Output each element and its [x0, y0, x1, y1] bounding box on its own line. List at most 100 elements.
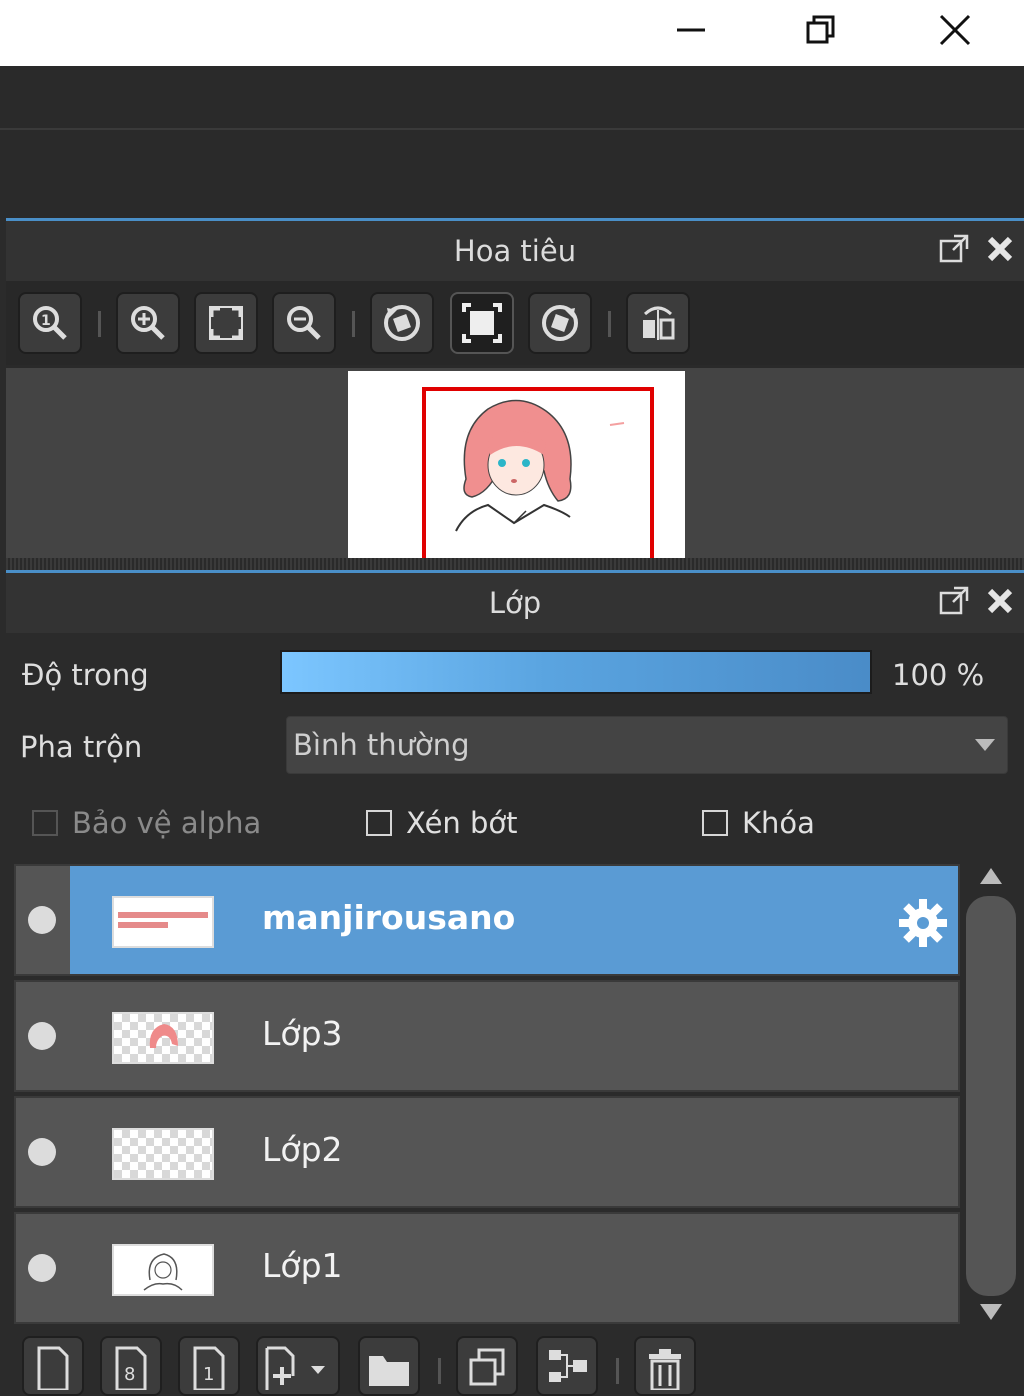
rotate-right-button[interactable] [528, 292, 592, 354]
duplicate-layer-icon [469, 1348, 505, 1386]
close-panel-icon[interactable] [986, 235, 1014, 263]
duplicate-layer-button[interactable] [456, 1336, 518, 1396]
hair-thumbnail-icon [149, 1024, 178, 1048]
layer-row-lop3[interactable]: Lớp3 [14, 980, 960, 1092]
layer-scrollbar[interactable] [966, 864, 1016, 1324]
zoom-actual-button[interactable]: 1 [18, 292, 82, 354]
zoom-in-button[interactable] [116, 292, 180, 354]
layer-header: Lớp [6, 573, 1024, 633]
zoom-out-icon [287, 306, 321, 340]
navigator-header: Hoa tiêu [6, 221, 1024, 281]
add-layer-dropdown-button[interactable] [256, 1336, 340, 1396]
svg-text:1: 1 [41, 313, 51, 329]
canvas-thumbnail [348, 371, 685, 558]
menu-band [0, 66, 1024, 130]
navigator-toolbar: 1 [6, 281, 1024, 365]
layer-name: Lớp3 [262, 1014, 343, 1053]
restore-icon [806, 15, 835, 44]
delete-layer-button[interactable] [634, 1336, 696, 1396]
rotate-left-icon [384, 305, 420, 341]
restore-button[interactable] [788, 0, 854, 60]
new-1bit-layer-button[interactable]: 1 [178, 1336, 240, 1396]
clipping-checkbox[interactable]: Xén bớt [366, 806, 518, 840]
new-8bit-layer-button[interactable]: 8 [100, 1336, 162, 1396]
protect-alpha-label: Bảo vệ alpha [72, 806, 262, 840]
visibility-icon [28, 1254, 56, 1282]
visibility-icon [28, 1138, 56, 1166]
viewport-frame[interactable] [422, 387, 654, 558]
close-button[interactable] [922, 0, 988, 60]
delete-layer-icon [649, 1349, 681, 1390]
fit-frame-button[interactable] [450, 292, 514, 354]
minimize-button[interactable] [658, 0, 724, 60]
close-icon [939, 14, 971, 46]
opacity-value: 100 % [892, 658, 985, 692]
blend-mode-select[interactable]: Bình thường [286, 716, 1008, 774]
visibility-toggle[interactable] [16, 1214, 70, 1322]
minimize-icon [677, 28, 705, 32]
svg-text:1: 1 [203, 1364, 214, 1385]
visibility-toggle[interactable] [16, 1098, 70, 1206]
merge-layer-button[interactable] [536, 1336, 598, 1396]
checkbox-box [702, 810, 728, 836]
fit-frame-icon [462, 303, 502, 343]
rotate-left-button[interactable] [370, 292, 434, 354]
zoom-actual-icon: 1 [33, 306, 67, 340]
undock-icon[interactable] [938, 585, 970, 617]
fit-screen-icon [209, 306, 243, 340]
undock-icon[interactable] [938, 233, 970, 265]
new-8bit-layer-icon: 8 [115, 1346, 147, 1390]
layer-row-manjirousano[interactable]: manjirousano [14, 864, 960, 976]
layer-row-lop2[interactable]: Lớp2 [14, 1096, 960, 1208]
navigator-title: Hoa tiêu [453, 234, 577, 268]
blend-label: Pha trộn [20, 730, 143, 764]
fit-screen-button[interactable] [194, 292, 258, 354]
layer-thumbnail [112, 1012, 214, 1064]
layer-panel: Lớp Độ trong 100 % Pha trộn Bình thường … [6, 570, 1024, 1396]
protect-alpha-checkbox[interactable]: Bảo vệ alpha [32, 806, 261, 840]
svg-text:8: 8 [124, 1364, 135, 1385]
lock-checkbox[interactable]: Khóa [702, 806, 815, 840]
panel-splitter[interactable] [6, 558, 1024, 570]
gear-icon[interactable] [896, 896, 950, 950]
zoom-out-button[interactable] [272, 292, 336, 354]
checkbox-box [32, 810, 58, 836]
layer-name: manjirousano [262, 898, 516, 937]
scroll-down-icon[interactable] [980, 1304, 1002, 1320]
layer-thumbnail [112, 1128, 214, 1180]
text-thumbnail-icon [118, 912, 208, 928]
close-panel-icon[interactable] [986, 587, 1014, 615]
layer-name: Lớp2 [262, 1130, 343, 1169]
navigator-preview[interactable] [6, 368, 1024, 558]
navigator-panel: Hoa tiêu 1 [6, 218, 1024, 558]
folder-icon [369, 1356, 409, 1386]
visibility-toggle[interactable] [16, 866, 70, 974]
clipping-label: Xén bớt [406, 806, 518, 840]
layer-row-lop1[interactable]: Lớp1 [14, 1212, 960, 1324]
layer-list: manjirousano Lớp3 Lớp2 Lớp1 [14, 864, 962, 1324]
layer-panel-title: Lớp [488, 586, 542, 620]
new-folder-button[interactable] [358, 1336, 420, 1396]
lock-label: Khóa [742, 806, 815, 840]
scroll-thumb[interactable] [966, 896, 1016, 1296]
checkbox-box [366, 810, 392, 836]
chevron-down-icon [975, 739, 995, 751]
layer-toolbar: 8 1 [6, 1328, 1024, 1396]
new-layer-button[interactable] [22, 1336, 84, 1396]
rotate-right-icon [542, 305, 578, 341]
visibility-toggle[interactable] [16, 982, 70, 1090]
merge-layer-icon [549, 1350, 587, 1382]
layer-thumbnail [112, 896, 214, 948]
window-title-bar [0, 0, 1024, 66]
layer-thumbnail [112, 1244, 214, 1296]
flip-horizontal-icon [643, 306, 675, 340]
flip-horizontal-button[interactable] [626, 292, 690, 354]
lineart-thumbnail-icon [143, 1253, 183, 1291]
new-1bit-layer-icon: 1 [193, 1346, 225, 1390]
visibility-icon [28, 1022, 56, 1050]
blend-mode-value: Bình thường [293, 728, 470, 762]
scroll-up-icon[interactable] [980, 868, 1002, 884]
opacity-slider[interactable] [280, 650, 872, 694]
new-layer-icon [37, 1346, 69, 1390]
visibility-icon [28, 906, 56, 934]
